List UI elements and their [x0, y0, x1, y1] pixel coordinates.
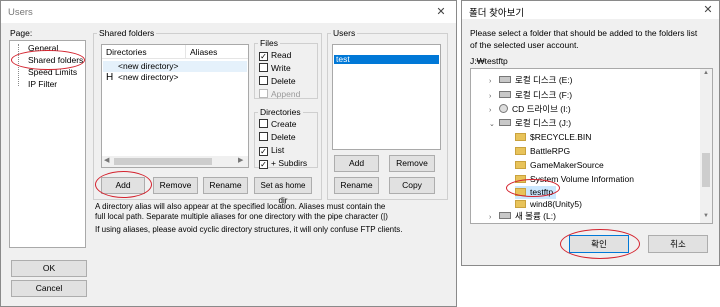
expand-arrow-icon: › — [489, 78, 492, 85]
folder-icon — [515, 161, 526, 169]
checkbox-icon — [259, 119, 268, 128]
checkbox-icon: ✓ — [259, 160, 268, 169]
drive-icon — [499, 212, 511, 219]
rename-folder-button[interactable]: Rename — [203, 177, 248, 194]
folder-icon — [515, 133, 526, 141]
tree-item-battlerpg[interactable]: BattleRPG — [515, 145, 570, 158]
expand-arrow-icon: › — [489, 107, 492, 114]
browse-titlebar: 폴더 찾아보기 ✕ — [462, 1, 719, 19]
set-home-dir-button[interactable]: Set as home dir — [254, 177, 312, 205]
tree-item-gamemakersource[interactable]: GameMakerSource — [515, 159, 604, 172]
users-title: Users — [8, 7, 33, 18]
folder-icon — [515, 200, 526, 208]
page-item-ip-filter[interactable]: IP Filter — [28, 79, 57, 89]
perm-dirs-delete[interactable]: Delete — [259, 131, 296, 143]
dirs-group-label: Directories — [258, 107, 303, 117]
annotation-circle-add — [95, 171, 152, 198]
rename-user-button[interactable]: Rename — [334, 177, 379, 194]
directory-row-name: <new directory> — [118, 61, 179, 71]
checkbox-icon — [259, 76, 268, 85]
scroll-down-arrow-icon[interactable]: ▼ — [703, 213, 709, 219]
folder-icon — [515, 147, 526, 155]
column-aliases[interactable]: Aliases — [190, 47, 217, 57]
scroll-thumb[interactable] — [114, 158, 212, 165]
tree-item-cd-drive[interactable]: › CD 드라이브 (I:) — [489, 103, 571, 116]
selected-path: J:₩testftp — [470, 56, 508, 66]
tree-item-drive-f[interactable]: › 로컬 디스크 (F:) — [489, 89, 572, 102]
tree-item-drive-l[interactable]: › 새 볼륨 (L:) — [489, 210, 556, 223]
scroll-right-arrow-icon[interactable]: ▶ — [238, 156, 243, 164]
directory-row-name: <new directory> — [118, 72, 179, 82]
users-group-label: Users — [331, 28, 358, 38]
copy-user-button[interactable]: Copy — [389, 177, 435, 194]
cyclic-warning-text: If using aliases, please avoid cyclic di… — [95, 225, 403, 234]
users-titlebar: Users ✕ — [1, 1, 456, 23]
tree-item-drive-j[interactable]: ⌄ 로컬 디스크 (J:) — [489, 117, 571, 130]
remove-folder-button[interactable]: Remove — [153, 177, 198, 194]
drive-icon — [499, 76, 511, 83]
annotation-circle-shared-folders — [11, 50, 85, 70]
perm-files-read[interactable]: ✓ Read — [259, 49, 291, 61]
user-item-test[interactable]: test — [334, 54, 439, 64]
directory-row[interactable]: <new directory> — [103, 61, 247, 72]
directory-row-marker: H — [106, 72, 114, 83]
scroll-thumb[interactable] — [702, 153, 710, 187]
users-dialog: Users ✕ Page: General Shared folders Spe… — [0, 0, 457, 307]
page-label: Page: — [10, 28, 33, 38]
directory-row[interactable]: H <new directory> — [103, 72, 247, 83]
cancel-button[interactable]: Cancel — [11, 280, 87, 297]
drive-icon — [499, 91, 511, 98]
checkbox-icon — [259, 63, 268, 72]
users-list: test — [332, 44, 441, 150]
checkbox-icon — [259, 132, 268, 141]
annotation-circle-testftp — [506, 179, 560, 197]
browse-title: 폴더 찾아보기 — [469, 8, 525, 19]
checkbox-icon: ✓ — [259, 52, 268, 61]
perm-dirs-create[interactable]: Create — [259, 118, 297, 130]
browse-instruction: Please select a folder that should be ad… — [470, 28, 698, 50]
page-tree: General Shared folders Speed Limits IP F… — [9, 40, 86, 248]
directories-scrollbar[interactable]: ◀ ▶ — [102, 156, 248, 167]
checkbox-icon: ✓ — [259, 147, 268, 156]
scroll-left-arrow-icon[interactable]: ◀ — [104, 156, 109, 164]
drive-icon — [499, 119, 511, 126]
perm-files-delete[interactable]: Delete — [259, 75, 296, 87]
perm-files-append: Append — [259, 88, 300, 100]
user-item-label: test — [336, 54, 350, 64]
files-group-label: Files — [258, 38, 280, 48]
perm-dirs-subdirs[interactable]: ✓ + Subdirs — [259, 157, 307, 169]
directories-header: Directories Aliases — [102, 45, 248, 59]
ok-button[interactable]: OK — [11, 260, 87, 277]
folder-tree: › 로컬 디스크 (E:) › 로컬 디스크 (F:) › CD 드라이브 (I:) … — [470, 68, 713, 224]
scroll-up-arrow-icon[interactable]: ▲ — [703, 70, 709, 76]
annotation-circle-confirm — [560, 229, 640, 259]
perm-files-write[interactable]: Write — [259, 62, 291, 74]
browse-folder-dialog: 폴더 찾아보기 ✕ Please select a folder that sh… — [461, 0, 720, 266]
directories-list: Directories Aliases <new directory> H <n… — [101, 44, 249, 168]
cancel-browse-button[interactable]: 취소 — [648, 235, 708, 253]
alias-info-text: A directory alias will also appear at th… — [95, 202, 388, 221]
cd-icon — [499, 104, 508, 113]
collapse-arrow-icon: ⌄ — [489, 121, 495, 128]
column-divider — [185, 45, 186, 59]
close-icon[interactable]: ✕ — [433, 4, 449, 20]
close-icon[interactable]: ✕ — [700, 2, 716, 18]
add-user-button[interactable]: Add — [334, 155, 379, 172]
shared-folders-group-label: Shared folders — [97, 28, 157, 38]
perm-dirs-list[interactable]: ✓ List — [259, 144, 284, 156]
expand-arrow-icon: › — [489, 93, 492, 100]
tree-item-drive-e[interactable]: › 로컬 디스크 (E:) — [489, 74, 573, 87]
tree-item-recycle-bin[interactable]: $RECYCLE.BIN — [515, 131, 591, 144]
tree-scrollbar[interactable]: ▲ ▼ — [700, 69, 712, 223]
column-directories[interactable]: Directories — [106, 47, 147, 57]
remove-user-button[interactable]: Remove — [389, 155, 435, 172]
expand-arrow-icon: › — [489, 214, 492, 221]
checkbox-icon — [259, 89, 268, 98]
